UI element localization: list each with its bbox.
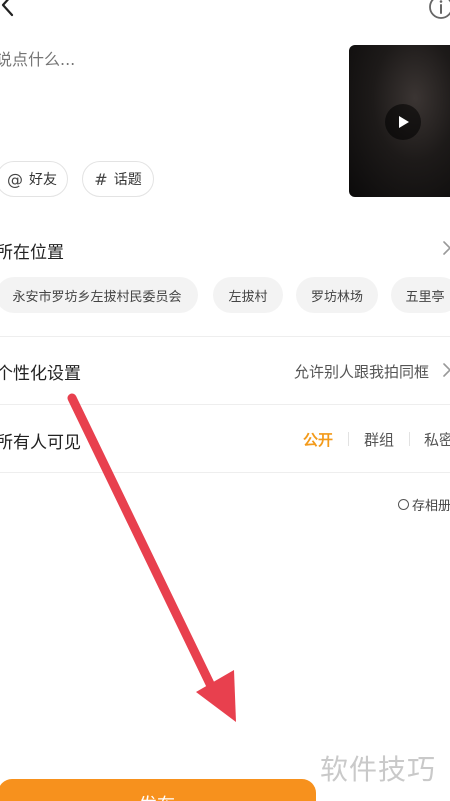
divider (0, 336, 450, 337)
mention-friend-button[interactable]: @ 好友 (0, 161, 68, 197)
save-album-toggle[interactable]: 存相册 (398, 495, 450, 514)
hashtag-icon: # (94, 169, 108, 189)
add-topic-label: 话题 (113, 172, 142, 188)
publish-page: @ 好友 # 话题 所在位置 永安市罗坊乡左拔村民委员会 左拔村 罗坊林场 五里… (0, 0, 450, 801)
at-icon: @ (7, 169, 23, 189)
visibility-option-group[interactable]: 群组 (364, 429, 394, 450)
personalization-title: 个性化设置 (0, 364, 81, 384)
visibility-option-private[interactable]: 私密 (424, 429, 450, 450)
mention-friend-label: 好友 (29, 172, 57, 188)
info-icon[interactable] (426, 0, 450, 22)
caption-input[interactable] (0, 44, 326, 74)
visibility-title: 所有人可见 (0, 433, 81, 453)
divider (0, 472, 450, 473)
chevron-right-icon[interactable] (440, 238, 450, 258)
divider (0, 404, 450, 405)
location-option[interactable]: 五里亭 (391, 277, 450, 313)
save-album-label: 存相册 (412, 499, 450, 514)
visibility-option-public[interactable]: 公开 (303, 429, 333, 450)
radio-icon[interactable] (398, 499, 409, 510)
separator (348, 432, 349, 446)
separator (409, 432, 410, 446)
location-option[interactable]: 永安市罗坊乡左拔村民委员会 (0, 277, 198, 313)
chevron-right-icon[interactable] (440, 360, 450, 380)
location-option[interactable]: 罗坊林场 (296, 277, 378, 313)
publish-button[interactable]: 发布 (0, 779, 316, 801)
video-thumbnail[interactable] (349, 45, 450, 197)
location-option[interactable]: 左拔村 (213, 277, 283, 313)
chevron-left-icon[interactable] (0, 0, 24, 20)
personalization-value[interactable]: 允许别人跟我拍同框 (294, 361, 429, 382)
add-topic-button[interactable]: # 话题 (82, 161, 154, 197)
location-title: 所在位置 (0, 243, 64, 263)
play-icon[interactable] (385, 104, 421, 140)
watermark: 软件技巧 (320, 753, 437, 786)
